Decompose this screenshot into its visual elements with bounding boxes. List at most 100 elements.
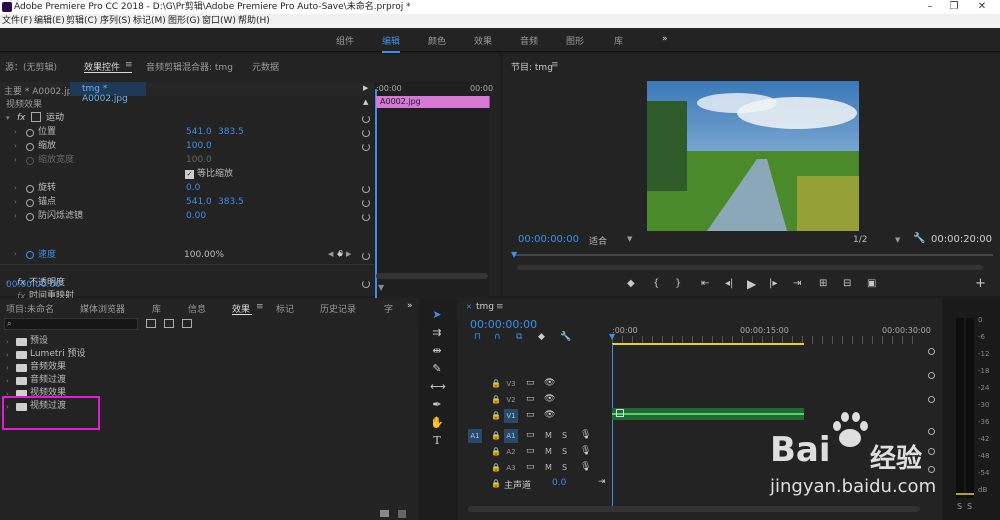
property-expand-icon[interactable]: › xyxy=(14,142,17,150)
microphone-icon[interactable]: 🎙 xyxy=(580,462,591,472)
sync-lock-icon[interactable]: ▭ xyxy=(526,430,535,440)
timeline-settings-icon[interactable]: 🔧 xyxy=(560,332,571,342)
property-value[interactable]: 0.0 xyxy=(186,181,200,195)
collapse-arrow-icon[interactable]: ▲ xyxy=(363,98,368,106)
property-expand-icon[interactable]: › xyxy=(14,128,17,136)
speed-value[interactable]: 100.00% xyxy=(184,248,224,262)
solo-button[interactable]: S xyxy=(562,463,567,472)
menu-file[interactable]: 文件(F) xyxy=(2,14,32,28)
new-bin-icon[interactable] xyxy=(380,510,389,517)
menu-help[interactable]: 帮助(H) xyxy=(238,14,270,28)
property-value[interactable]: 100.0 xyxy=(186,153,212,167)
filter-icon[interactable]: ▼ xyxy=(378,283,384,292)
solo-button[interactable]: S xyxy=(562,447,567,456)
tab-libraries[interactable]: 库 xyxy=(152,302,161,315)
go-to-in-icon[interactable]: ⇤ xyxy=(701,278,709,289)
yuv-effects-icon[interactable] xyxy=(182,319,192,328)
lock-icon[interactable]: 🔒 xyxy=(491,431,501,440)
lock-icon[interactable]: 🔒 xyxy=(491,479,501,488)
panel-menu-icon[interactable]: ≡ xyxy=(256,302,264,312)
motion-expand-icon[interactable]: ▾ xyxy=(6,114,10,122)
solo-button[interactable]: S xyxy=(562,431,567,440)
mute-button[interactable]: M xyxy=(545,463,552,472)
go-to-out-icon[interactable]: ⇥ xyxy=(793,278,801,289)
tab-project[interactable]: 项目:未命名 xyxy=(6,302,54,315)
close-tab-icon[interactable]: ✕ xyxy=(466,303,472,311)
panel-menu-icon[interactable]: ≡ xyxy=(551,60,559,70)
next-keyframe-icon[interactable]: ▶ xyxy=(346,250,351,258)
panel-menu-icon[interactable]: ≡ xyxy=(496,302,504,312)
effects-folder[interactable]: 音频过渡 xyxy=(30,373,66,387)
tab-markers[interactable]: 标记 xyxy=(276,302,294,315)
speed-stopwatch-icon[interactable] xyxy=(26,251,34,259)
folder-expand-icon[interactable]: › xyxy=(6,377,9,385)
stopwatch-icon[interactable] xyxy=(26,185,34,193)
folder-expand-icon[interactable]: › xyxy=(6,364,9,372)
mute-button[interactable]: M xyxy=(545,447,552,456)
chevron-down-icon[interactable]: ▼ xyxy=(627,235,632,243)
track-target[interactable]: A3 xyxy=(504,461,518,475)
extract-icon[interactable]: ⊟ xyxy=(843,278,851,289)
razor-tool-icon[interactable]: ✎ xyxy=(430,362,444,376)
track-target[interactable]: V1 xyxy=(504,409,518,423)
microphone-icon[interactable]: 🎙 xyxy=(580,446,591,456)
snap-icon[interactable]: ∩ xyxy=(494,332,501,342)
prev-keyframe-icon[interactable]: ◀ xyxy=(328,250,333,258)
button-editor-icon[interactable]: + xyxy=(975,276,986,291)
stopwatch-icon[interactable] xyxy=(26,157,34,165)
lock-icon[interactable]: 🔒 xyxy=(491,411,501,420)
zoom-fit-select[interactable]: 适合 xyxy=(589,234,607,247)
reset-opacity-icon[interactable] xyxy=(362,280,370,288)
linked-selection-icon[interactable]: ⧉ xyxy=(516,332,522,342)
tab-source[interactable]: 源：(无剪辑) xyxy=(5,60,57,73)
tab-info[interactable]: 信息 xyxy=(188,302,206,315)
timeline-timecode[interactable]: 00:00:00:00 xyxy=(470,318,537,331)
uniform-scale-checkbox[interactable]: ✓ xyxy=(185,170,194,179)
add-marker-icon[interactable]: ◆ xyxy=(627,278,635,289)
selection-tool-icon[interactable]: ➤ xyxy=(430,308,444,322)
workspace-libraries[interactable]: 库 xyxy=(614,34,623,47)
transform-box-icon[interactable] xyxy=(31,112,41,122)
scroll-handle-icon[interactable] xyxy=(928,396,935,403)
reset-property-icon[interactable] xyxy=(362,143,370,151)
source-patch-a1[interactable]: A1 xyxy=(468,429,482,443)
kf-clip-bar[interactable]: A0002.jpg xyxy=(376,96,490,108)
workspace-editing[interactable]: 编辑 xyxy=(382,34,401,53)
lock-icon[interactable]: 🔒 xyxy=(491,379,501,388)
close-icon[interactable]: ✕ xyxy=(972,0,992,14)
property-value[interactable]: 383.5 xyxy=(218,195,244,209)
hand-tool-icon[interactable]: ✋ xyxy=(430,416,444,430)
property-expand-icon[interactable]: › xyxy=(14,156,17,164)
lock-icon[interactable]: 🔒 xyxy=(491,395,501,404)
step-back-icon[interactable]: ◂| xyxy=(725,278,733,289)
lock-icon[interactable]: 🔒 xyxy=(491,447,501,456)
reset-property-icon[interactable] xyxy=(362,129,370,137)
nest-icon[interactable]: ⊓ xyxy=(474,332,481,342)
workspace-assembly[interactable]: 组件 xyxy=(336,34,354,47)
program-ruler[interactable] xyxy=(513,254,993,256)
sequence-clip-label[interactable]: tmg * A0002.jpg xyxy=(70,82,146,104)
play-only-icon[interactable]: ▶ xyxy=(363,84,368,92)
playhead-line[interactable] xyxy=(375,89,377,299)
play-icon[interactable]: ▶ xyxy=(747,277,756,291)
effects-folder[interactable]: 音频效果 xyxy=(30,360,66,374)
kf-scrollbar[interactable] xyxy=(376,273,488,279)
32bit-effects-icon[interactable] xyxy=(164,319,174,328)
property-expand-icon[interactable]: › xyxy=(14,184,17,192)
reset-property-icon[interactable] xyxy=(362,199,370,207)
effect-controls-timecode[interactable]: 00:00:00:00 xyxy=(6,280,61,290)
property-value[interactable]: 541.0 xyxy=(186,125,212,139)
reset-property-icon[interactable] xyxy=(362,185,370,193)
property-expand-icon[interactable]: › xyxy=(14,198,17,206)
sync-lock-icon[interactable]: ▭ xyxy=(526,394,535,404)
sync-lock-icon[interactable]: ▭ xyxy=(526,410,535,420)
wrench-icon[interactable]: 🔧 xyxy=(913,233,925,244)
stopwatch-icon[interactable] xyxy=(26,199,34,207)
tab-more[interactable]: 字 xyxy=(384,302,393,315)
stopwatch-icon[interactable] xyxy=(26,129,34,137)
slip-tool-icon[interactable]: ⟷ xyxy=(430,380,446,394)
chevron-down-icon[interactable]: ▼ xyxy=(895,236,900,244)
track-target[interactable]: V3 xyxy=(504,377,518,391)
eye-icon[interactable]: 👁 xyxy=(544,378,555,388)
panels-overflow-icon[interactable]: » xyxy=(407,301,413,311)
